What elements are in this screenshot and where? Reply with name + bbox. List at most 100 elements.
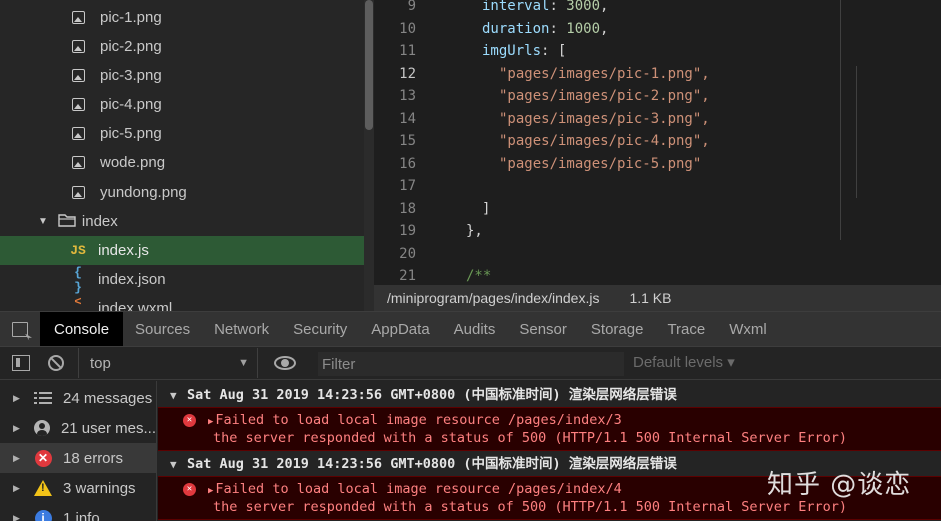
tree-item-label: index.wxml: [98, 300, 173, 311]
tree-scrollbar[interactable]: [364, 0, 374, 311]
chevron-down-icon[interactable]: ▼: [38, 216, 48, 227]
code-editor[interactable]: 9 interval: 3000, 10 duration: 1000, 11 …: [374, 0, 941, 285]
code-line[interactable]: 15 "pages/images/pic-4.png",: [374, 130, 941, 152]
code-text: "pages/images/pic-1.png",: [499, 66, 710, 82]
error-icon: ✕: [183, 483, 196, 496]
line-number: 15: [399, 133, 416, 149]
code-line[interactable]: 9 interval: 3000,: [374, 0, 941, 17]
chevron-right-icon: ▶: [13, 392, 20, 403]
watermark: 知乎 @谈恋: [767, 470, 912, 500]
error-text: Failed to load local image resource /pag…: [215, 481, 622, 497]
code-text: interval: 3000,: [482, 0, 609, 14]
wxml-file-icon: < >: [74, 294, 82, 312]
tree-item-label: pic-4.png: [100, 96, 162, 113]
sidebar-item-label: 24 messages: [63, 389, 153, 407]
tree-item-wode[interactable]: wode.png: [0, 148, 364, 177]
clear-console-icon[interactable]: [48, 355, 64, 371]
tree-item-pic-1[interactable]: pic-1.png: [0, 3, 364, 32]
message-group-header[interactable]: ▼ Sat Aug 31 2019 14:23:56 GMT+0800 (中国标…: [158, 383, 941, 408]
tree-item-pic-5[interactable]: pic-5.png: [0, 119, 364, 148]
tree-folder-index[interactable]: ▼ index: [0, 207, 364, 236]
tab-sources[interactable]: Sources: [123, 312, 202, 346]
tab-security[interactable]: Security: [281, 312, 359, 346]
line-number: 13: [399, 88, 416, 104]
tree-scrollbar-thumb[interactable]: [365, 0, 373, 130]
chevron-right-icon: ▶: [13, 482, 20, 493]
log-levels-dropdown[interactable]: Default levels ▾: [633, 353, 735, 371]
line-number: 18: [399, 201, 416, 217]
tree-item-pic-4[interactable]: pic-4.png: [0, 90, 364, 119]
group-header-text: Sat Aug 31 2019 14:23:56 GMT+0800 (中国标准时…: [187, 387, 677, 403]
info-icon: i: [33, 508, 53, 521]
tab-audits[interactable]: Audits: [442, 312, 508, 346]
sidebar-item-label: 1 info: [63, 509, 100, 521]
tree-item-label: pic-1.png: [100, 9, 162, 26]
sidebar-item-label: 3 warnings: [63, 479, 136, 497]
sidebar-item-label: 18 errors: [63, 449, 124, 467]
code-text: "pages/images/pic-5.png": [499, 156, 702, 172]
error-message-line: ▶ Failed to load local image resource /pa…: [208, 480, 622, 499]
image-file-icon: [72, 69, 85, 82]
json-file-icon: { }: [74, 264, 82, 295]
code-line[interactable]: 11 imgUrls: [: [374, 40, 941, 62]
chevron-down-icon[interactable]: ▼: [170, 452, 177, 477]
tab-console[interactable]: Console: [40, 312, 124, 346]
image-file-icon: [72, 127, 85, 140]
tab-wxml[interactable]: Wxml: [717, 312, 779, 346]
code-line[interactable]: 20: [374, 243, 941, 265]
code-line[interactable]: 19 },: [374, 220, 941, 242]
dropdown-arrow-icon: ▼: [238, 357, 249, 369]
tree-item-label: pic-2.png: [100, 38, 162, 55]
error-message[interactable]: ✕ ▶ Failed to load local image resource /…: [158, 407, 941, 451]
code-line[interactable]: 16 "pages/images/pic-5.png": [374, 153, 941, 175]
tab-sensor[interactable]: Sensor: [507, 312, 579, 346]
chevron-right-icon[interactable]: ▶: [208, 486, 213, 496]
code-line[interactable]: 10 duration: 1000,: [374, 18, 941, 40]
tree-item-yundong[interactable]: yundong.png: [0, 178, 364, 207]
code-line[interactable]: 14 "pages/images/pic-3.png",: [374, 108, 941, 130]
tab-storage[interactable]: Storage: [579, 312, 656, 346]
tree-item-label: pic-5.png: [100, 125, 162, 142]
inspect-element-button[interactable]: [0, 312, 40, 346]
chevron-right-icon[interactable]: ▶: [208, 417, 213, 427]
code-text: "pages/images/pic-4.png",: [499, 133, 710, 149]
code-line[interactable]: 12 "pages/images/pic-1.png",: [374, 63, 941, 85]
console-sidebar: ▶ 24 messages ▶ 21 user mes... ▶ ✕ 18 er…: [0, 381, 157, 521]
sidebar-toggle-icon[interactable]: [12, 355, 30, 371]
filter-input[interactable]: [318, 352, 624, 376]
code-text: imgUrls: [: [482, 43, 567, 59]
context-selector[interactable]: top ▼: [78, 348, 258, 378]
sidebar-item-warnings[interactable]: ▶ 3 warnings: [0, 473, 156, 503]
error-detail-line: the server responded with a status of 50…: [213, 430, 847, 446]
tab-trace[interactable]: Trace: [655, 312, 717, 346]
code-line[interactable]: 21 /**: [374, 265, 941, 285]
tree-item-index-json[interactable]: { } index.json: [0, 264, 364, 295]
tree-item-index-js[interactable]: JS index.js: [0, 236, 364, 265]
error-icon: ✕: [183, 414, 196, 427]
warning-icon: [33, 478, 53, 498]
sidebar-item-info[interactable]: ▶ i 1 info: [0, 503, 156, 521]
error-text: Failed to load local image resource /pag…: [215, 412, 622, 428]
code-line[interactable]: 13 "pages/images/pic-2.png",: [374, 85, 941, 107]
tree-item-label: wode.png: [100, 154, 166, 171]
eye-icon[interactable]: [274, 356, 296, 370]
chevron-right-icon: ▶: [13, 512, 20, 521]
image-file-icon: [72, 11, 85, 24]
line-number: 9: [407, 0, 416, 14]
code-line[interactable]: 18 ]: [374, 198, 941, 220]
tree-item-pic-2[interactable]: pic-2.png: [0, 32, 364, 61]
inspect-icon: [12, 321, 28, 337]
line-number: 21: [399, 268, 416, 284]
tab-network[interactable]: Network: [202, 312, 281, 346]
tree-item-label: index.js: [98, 242, 149, 259]
chevron-down-icon[interactable]: ▼: [170, 383, 177, 408]
sidebar-item-messages[interactable]: ▶ 24 messages: [0, 383, 156, 413]
tree-item-label: pic-3.png: [100, 67, 162, 84]
tree-item-pic-3[interactable]: pic-3.png: [0, 61, 364, 90]
code-line[interactable]: 17: [374, 175, 941, 197]
code-text: },: [466, 223, 483, 239]
tree-item-index-wxml[interactable]: < > index.wxml: [0, 294, 364, 312]
sidebar-item-user-messages[interactable]: ▶ 21 user mes...: [0, 413, 156, 443]
tab-appdata[interactable]: AppData: [359, 312, 441, 346]
sidebar-item-errors[interactable]: ▶ ✕ 18 errors: [0, 443, 156, 473]
